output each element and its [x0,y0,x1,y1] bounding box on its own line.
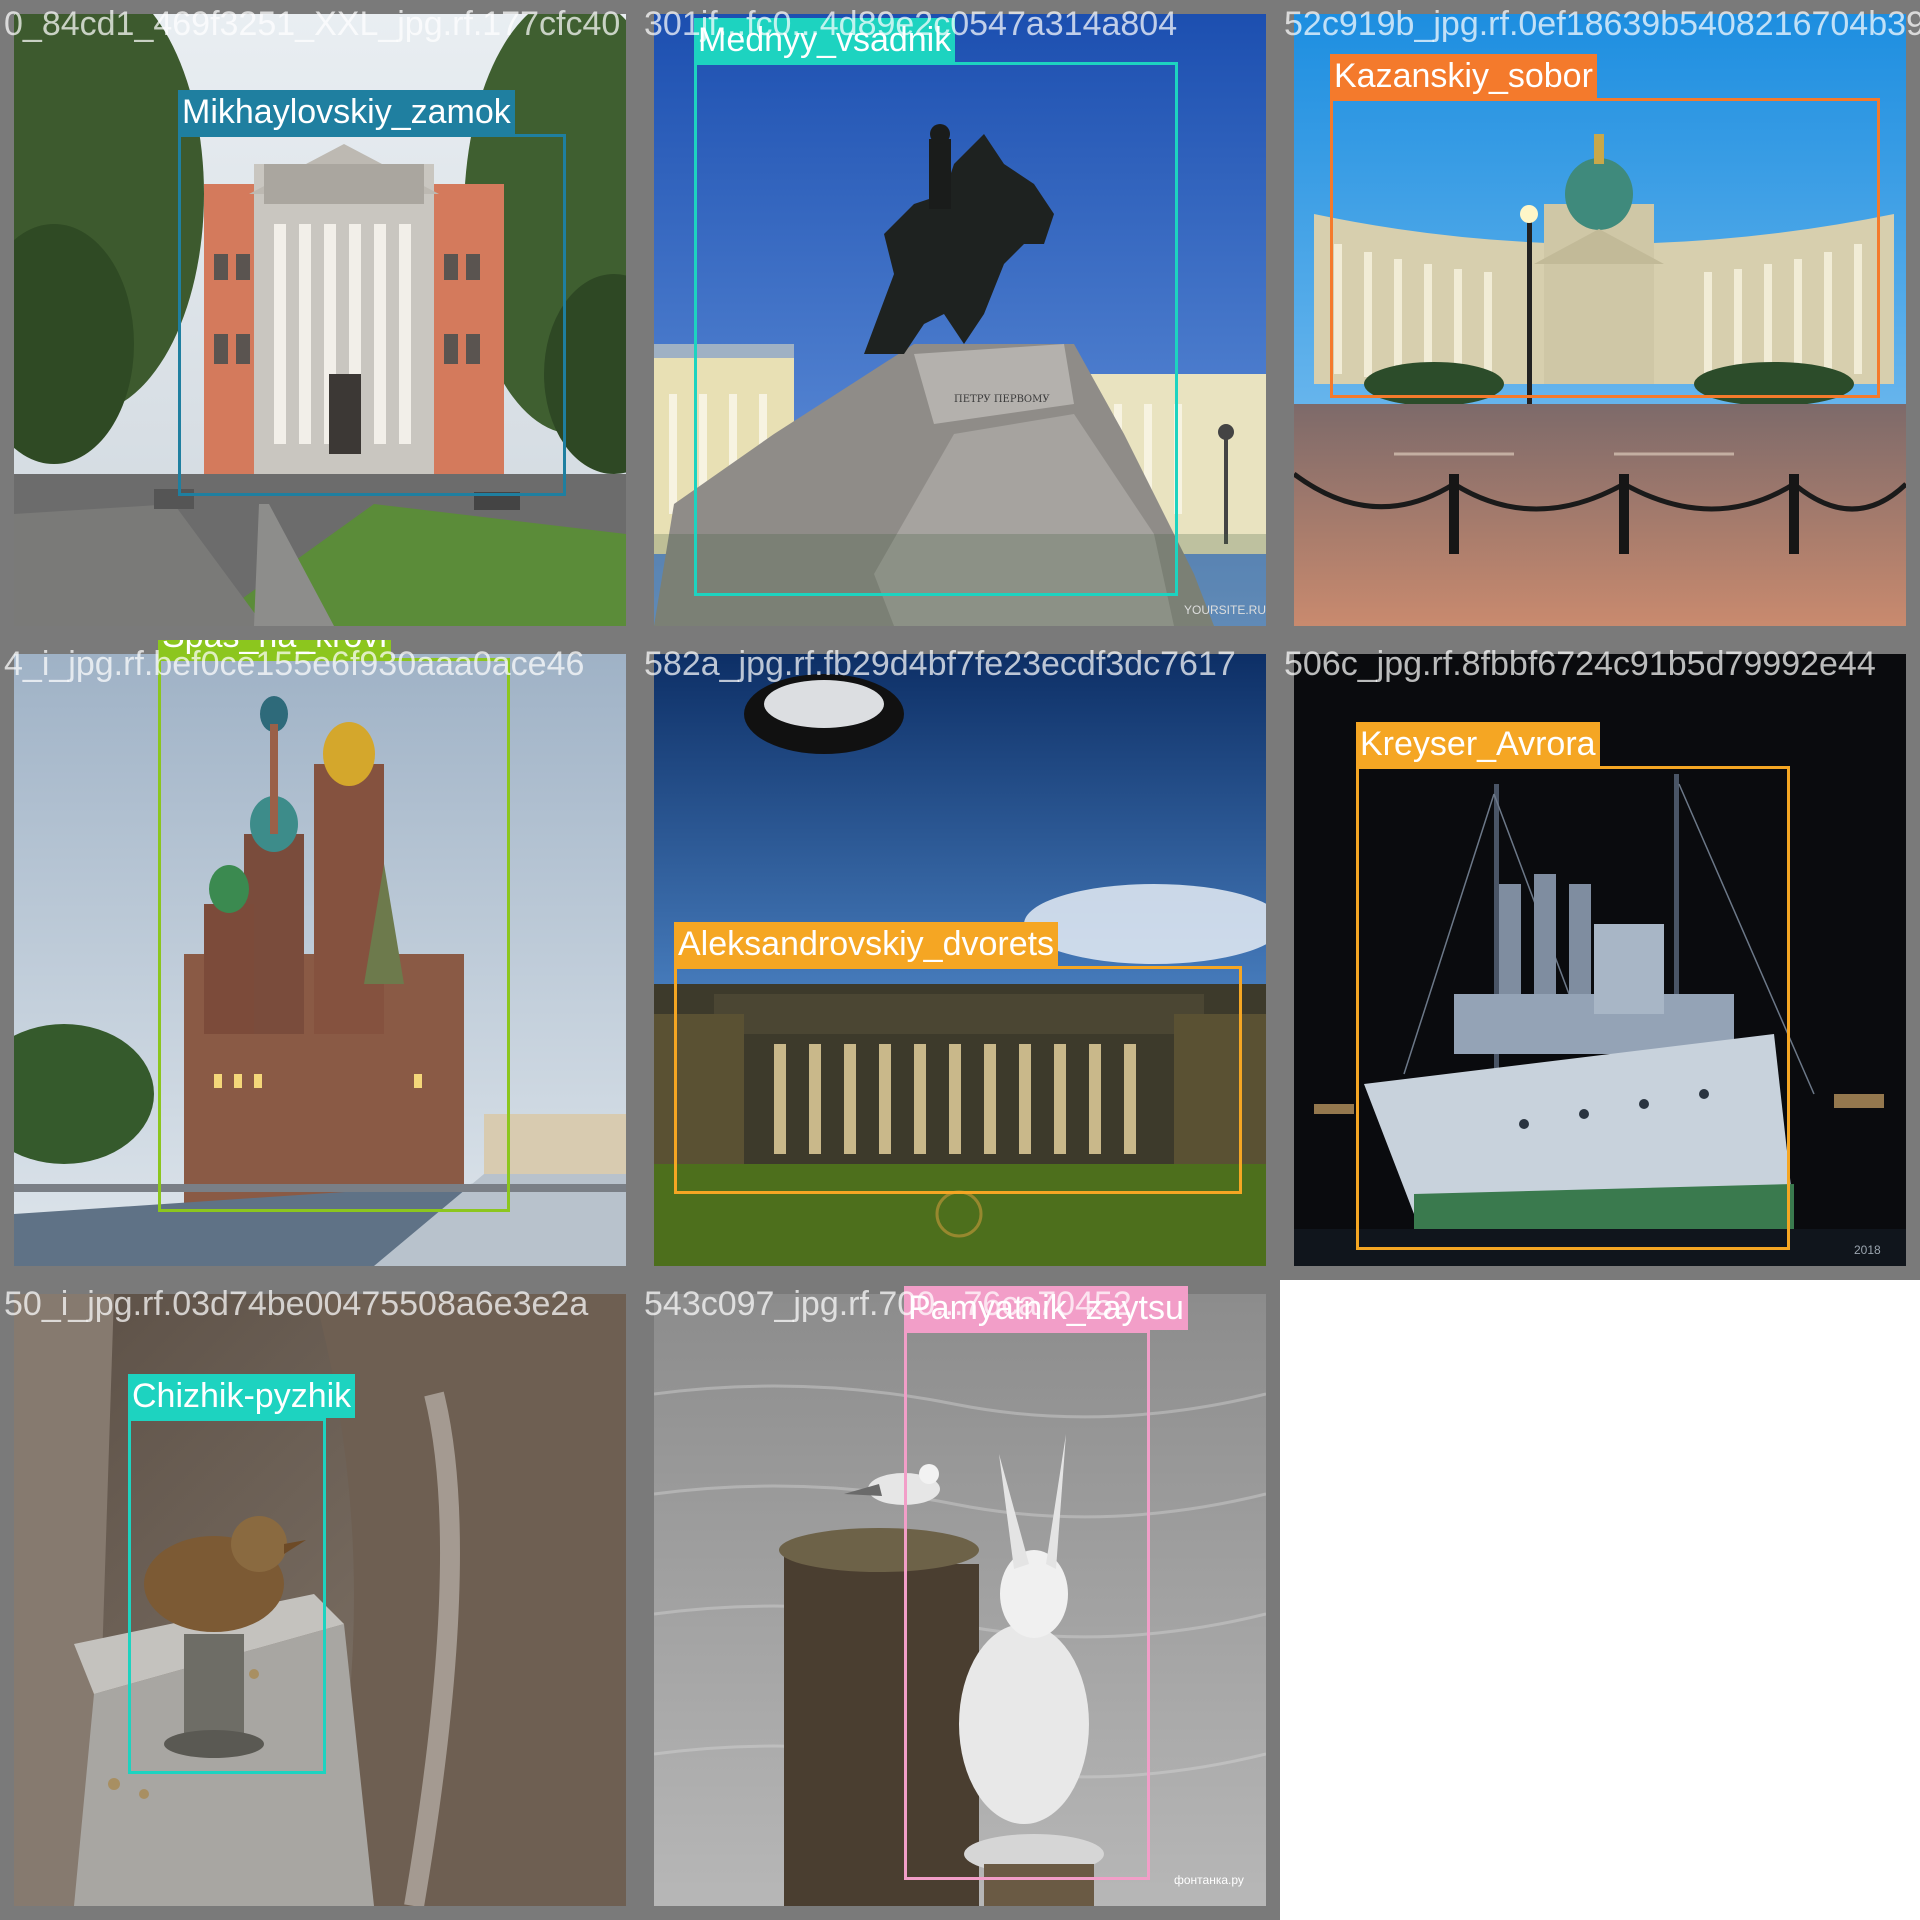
bounding-box: Pamyatnik_zaytsu [904,1286,1188,1880]
mosaic-tile-aleksandrovskiy-dvorets: 582a_jpg.rf.fb29d4bf7fe23ecdf3dc7617 Ale… [640,640,1280,1280]
mosaic-tile-kreyser-avrora: 2018 506c_jpg.rf.8fbbf6724c91b5d79992e44… [1280,640,1920,1280]
mosaic-tile-spas-na-krovi: 4_i_jpg.rf.bef0ce155e6f930aaa0ace46 Spas… [0,640,640,1280]
bounding-box: Mednyy_vsadnik [694,18,1178,596]
bounding-box: Chizhik-pyzhik [128,1374,356,1774]
tile-filename: 0_84cd1_469f3251_XXL_jpg.rf.177cfc40 [4,5,621,43]
mosaic-tile-mednyy-vsadnik: ПЕТРУ ПЕРВОМУ YOURSITE.RU 301jf...fc0...… [640,0,1280,640]
class-label: Kreyser_Avrora [1356,722,1600,766]
tile-filename: 4_i_jpg.rf.bef0ce155e6f930aaa0ace46 [4,645,585,683]
mosaic-tile-pamyatnik-zaytsu: фонтанка.ру 543c097_jpg.rf.700...76ca704… [640,1280,1280,1920]
mosaic-tile-kazanskiy-sobor: 52c919b_jpg.rf.0ef18639b5408216704b39 Ka… [1280,0,1920,640]
bounding-box: Spas_na_krovi [158,640,510,1212]
tile-filename: 52c919b_jpg.rf.0ef18639b5408216704b39 [1284,5,1920,43]
tile-filename: 50_i_jpg.rf.03d74be00475508a6e3e2a [4,1285,589,1323]
bounding-box: Kazanskiy_sobor [1330,54,1880,398]
class-label: Kazanskiy_sobor [1330,54,1597,98]
mosaic-tile-mikhaylovskiy-zamok: 0_84cd1_469f3251_XXL_jpg.rf.177cfc40 Mik… [0,0,640,640]
mosaic-tile-chizhik-pyzhik: 50_i_jpg.rf.03d74be00475508a6e3e2a Chizh… [0,1280,640,1920]
watermark: фонтанка.ру [1174,1873,1244,1887]
tile-filename: 506c_jpg.rf.8fbbf6724c91b5d79992e44 [1284,645,1876,683]
bounding-box: Kreyser_Avrora [1356,722,1790,1250]
tile-filename: 582a_jpg.rf.fb29d4bf7fe23ecdf3dc7617 [644,645,1236,683]
detection-mosaic: 0_84cd1_469f3251_XXL_jpg.rf.177cfc40 Mik… [0,0,1920,1920]
empty-cell [1280,1280,1920,1920]
bounding-box: Mikhaylovskiy_zamok [178,90,566,496]
watermark: 2018 [1854,1243,1881,1257]
class-label: Aleksandrovskiy_dvorets [674,922,1059,966]
tile-filename: 301jf...fc0...4d89e2c0547a314a804 [644,5,1178,43]
class-label: Mikhaylovskiy_zamok [178,90,515,134]
tile-filename: 543c097_jpg.rf.700...76ca70452 [644,1285,1132,1323]
class-label: Chizhik-pyzhik [128,1374,356,1418]
watermark: YOURSITE.RU [1184,603,1266,617]
bounding-box: Aleksandrovskiy_dvorets [674,922,1242,1194]
